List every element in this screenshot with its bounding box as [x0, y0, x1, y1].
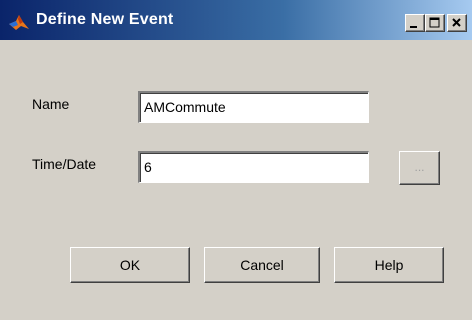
- window-title: Define New Event: [36, 11, 174, 28]
- cancel-button[interactable]: Cancel: [204, 247, 320, 283]
- close-icon: [452, 18, 461, 27]
- title-bar[interactable]: Define New Event: [0, 0, 472, 40]
- matlab-icon: [8, 12, 30, 32]
- help-button[interactable]: Help: [334, 247, 444, 283]
- maximize-icon: [429, 17, 440, 28]
- time-date-field[interactable]: 6: [138, 151, 369, 183]
- minimize-icon: [410, 26, 417, 28]
- time-date-label: Time/Date: [32, 156, 97, 172]
- ok-button[interactable]: OK: [70, 247, 190, 283]
- maximize-button[interactable]: [425, 14, 445, 32]
- minimize-button[interactable]: [405, 14, 425, 32]
- browse-button[interactable]: ...: [399, 151, 440, 185]
- define-new-event-dialog: Define New Event Name AMCommute Time/Dat…: [0, 0, 472, 320]
- name-label: Name: [32, 96, 70, 112]
- close-button[interactable]: [447, 14, 467, 32]
- name-field[interactable]: AMCommute: [138, 91, 369, 123]
